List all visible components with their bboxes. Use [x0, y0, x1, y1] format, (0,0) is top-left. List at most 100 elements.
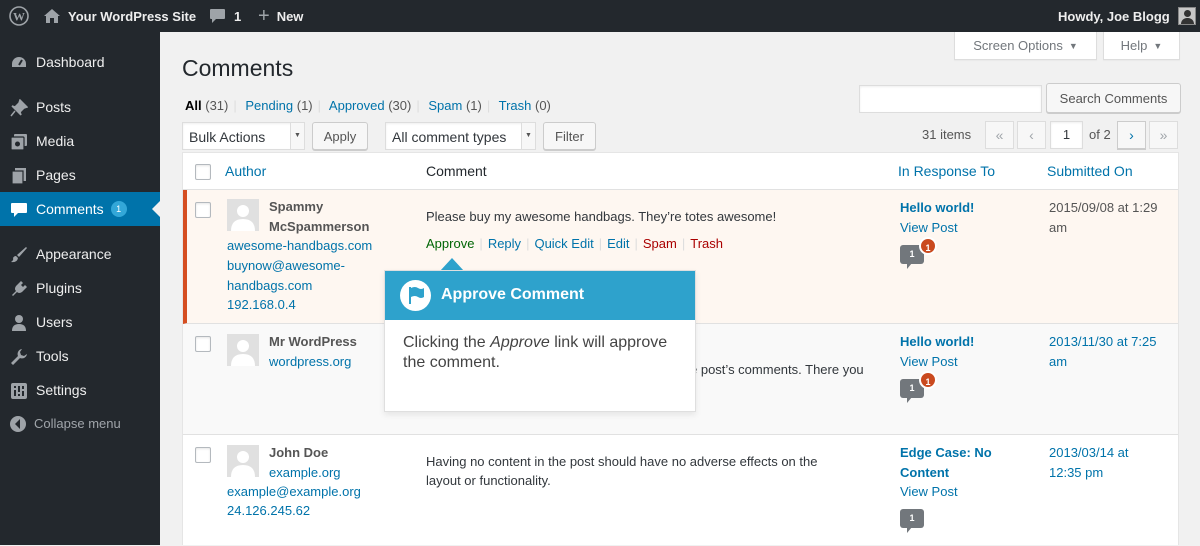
author-ip[interactable]: 24.126.245.62: [227, 501, 310, 521]
separator: |: [598, 236, 603, 251]
author-ip[interactable]: 192.168.0.4: [227, 295, 296, 315]
separator: |: [486, 98, 491, 113]
plus-icon: +: [258, 5, 270, 27]
avatar: [227, 199, 259, 231]
caret-down-icon: ▼: [1068, 40, 1078, 51]
collapse-menu-button[interactable]: Collapse menu: [0, 407, 160, 441]
comment-text: Please buy my awesome handbags. They’re …: [426, 209, 777, 224]
trash-link[interactable]: Trash: [690, 236, 723, 251]
row-checkbox[interactable]: [195, 447, 211, 463]
admin-bar: W Your WordPress Site 1 + New Howdy, Joe…: [0, 0, 1200, 32]
wordpress-logo-icon[interactable]: W: [9, 0, 29, 32]
filter-trash[interactable]: Trash: [499, 98, 532, 113]
author-name: Spammy McSpammerson: [269, 199, 370, 234]
view-post-link[interactable]: View Post: [900, 220, 958, 235]
menu-users[interactable]: Users: [0, 305, 160, 339]
filter-all-count: (31): [205, 98, 229, 113]
spam-link[interactable]: Spam: [643, 236, 677, 251]
apply-button[interactable]: Apply: [312, 122, 368, 150]
search-comments-button[interactable]: Search Comments: [1046, 83, 1181, 113]
next-page-button[interactable]: ›: [1117, 121, 1146, 149]
author-url[interactable]: example.org: [269, 463, 341, 483]
separator: |: [479, 236, 483, 251]
column-in-response-to[interactable]: In Response To: [898, 163, 995, 179]
separator: |: [634, 236, 638, 251]
svg-text:W: W: [13, 10, 25, 24]
menu-appearance[interactable]: Appearance: [0, 237, 160, 271]
filter-trash-count: (0): [534, 98, 551, 113]
menu-pages[interactable]: Pages: [0, 158, 160, 192]
new-content-menu[interactable]: + New: [258, 0, 303, 32]
new-label: New: [276, 8, 304, 24]
menu-posts[interactable]: Posts: [0, 90, 160, 124]
post-title-link[interactable]: Edge Case: No Content: [900, 443, 992, 482]
filter-button[interactable]: Filter: [543, 122, 596, 150]
wrench-icon: [11, 349, 27, 365]
caret-down-icon: ▼: [1153, 40, 1163, 51]
my-account-menu[interactable]: Howdy, Joe Blogg: [1058, 0, 1196, 32]
menu-settings[interactable]: Settings: [0, 373, 160, 407]
post-title-link[interactable]: Hello world!: [900, 332, 974, 352]
howdy-text: Howdy, Joe Blogg: [1058, 8, 1170, 24]
approve-link[interactable]: Approve: [426, 236, 474, 251]
author-url[interactable]: awesome-handbags.com: [227, 236, 372, 256]
plugin-icon: [12, 281, 27, 296]
site-name-link[interactable]: Your WordPress Site: [43, 0, 196, 32]
pointer-header: Approve Comment: [385, 271, 695, 320]
comment-count: 1: [234, 8, 242, 24]
submitted-date-link[interactable]: 2013/03/14 at 12:35 pm: [1049, 443, 1129, 482]
approve-comment-pointer: Approve Comment Clicking the Approve lin…: [384, 270, 696, 412]
search-input[interactable]: [859, 85, 1042, 113]
pointer-title: Approve Comment: [441, 286, 585, 303]
submitted-date-link[interactable]: 2013/11/30 at 7:25 am: [1049, 332, 1156, 371]
menu-dashboard[interactable]: Dashboard: [0, 45, 160, 79]
author-url[interactable]: wordpress.org: [269, 352, 351, 372]
filter-spam[interactable]: Spam: [428, 98, 462, 113]
row-checkbox[interactable]: [195, 202, 211, 218]
home-icon: [44, 9, 60, 23]
collapse-arrow-icon: [10, 416, 26, 432]
separator: |: [317, 98, 322, 113]
post-title-link[interactable]: Hello world!: [900, 198, 974, 218]
filter-approved[interactable]: Approved: [329, 98, 385, 113]
author-email[interactable]: buynow@awesome-handbags.com: [227, 256, 345, 295]
avatar: [227, 334, 259, 366]
help-button[interactable]: Help ▼: [1103, 32, 1180, 60]
menu-plugins[interactable]: Plugins: [0, 271, 160, 305]
pending-comments-badge[interactable]: 1: [919, 237, 937, 255]
select-arrow-icon: ▼: [290, 123, 304, 149]
quick-edit-link[interactable]: Quick Edit: [534, 236, 593, 251]
comment-bubble-icon: [210, 9, 225, 23]
comment-type-select[interactable]: All comment types ▼: [385, 122, 536, 150]
author-email[interactable]: example@example.org: [227, 482, 361, 502]
current-page-input[interactable]: 1: [1050, 121, 1083, 149]
pending-comments-badge[interactable]: 1: [919, 371, 937, 389]
admin-bar-comments[interactable]: 1: [209, 0, 241, 32]
view-post-link[interactable]: View Post: [900, 354, 958, 369]
row-checkbox[interactable]: [195, 336, 211, 352]
bulk-actions-select[interactable]: Bulk Actions ▼: [182, 122, 305, 150]
view-post-link[interactable]: View Post: [900, 484, 958, 499]
status-filter-links: All (31) | Pending (1) | Approved (30) | Sp…: [185, 98, 551, 113]
comment-text: Having no content in the post should hav…: [426, 454, 818, 488]
select-all-checkbox[interactable]: [195, 164, 211, 180]
column-submitted-on[interactable]: Submitted On: [1047, 163, 1133, 179]
pin-icon: [10, 99, 28, 117]
filter-pending[interactable]: Pending: [245, 98, 293, 113]
menu-media[interactable]: Media: [0, 124, 160, 158]
filter-all[interactable]: All: [185, 98, 202, 113]
filter-pending-count: (1): [296, 98, 313, 113]
menu-comments[interactable]: Comments 1: [0, 192, 160, 226]
edit-link[interactable]: Edit: [607, 236, 629, 251]
menu-tools[interactable]: Tools: [0, 339, 160, 373]
approved-comments-bubble[interactable]: 1: [900, 509, 924, 533]
reply-link[interactable]: Reply: [488, 236, 521, 251]
pending-count-badge: 1: [110, 201, 127, 217]
column-author[interactable]: Author: [225, 163, 266, 179]
separator: |: [526, 236, 530, 251]
separator: |: [681, 236, 686, 251]
items-count: 31 items: [922, 127, 972, 142]
screen-options-button[interactable]: Screen Options ▼: [954, 32, 1097, 60]
row-actions: Approve | Reply | Quick Edit | Edit | Spam | Trash: [426, 236, 723, 251]
first-page-button: «: [985, 121, 1014, 149]
